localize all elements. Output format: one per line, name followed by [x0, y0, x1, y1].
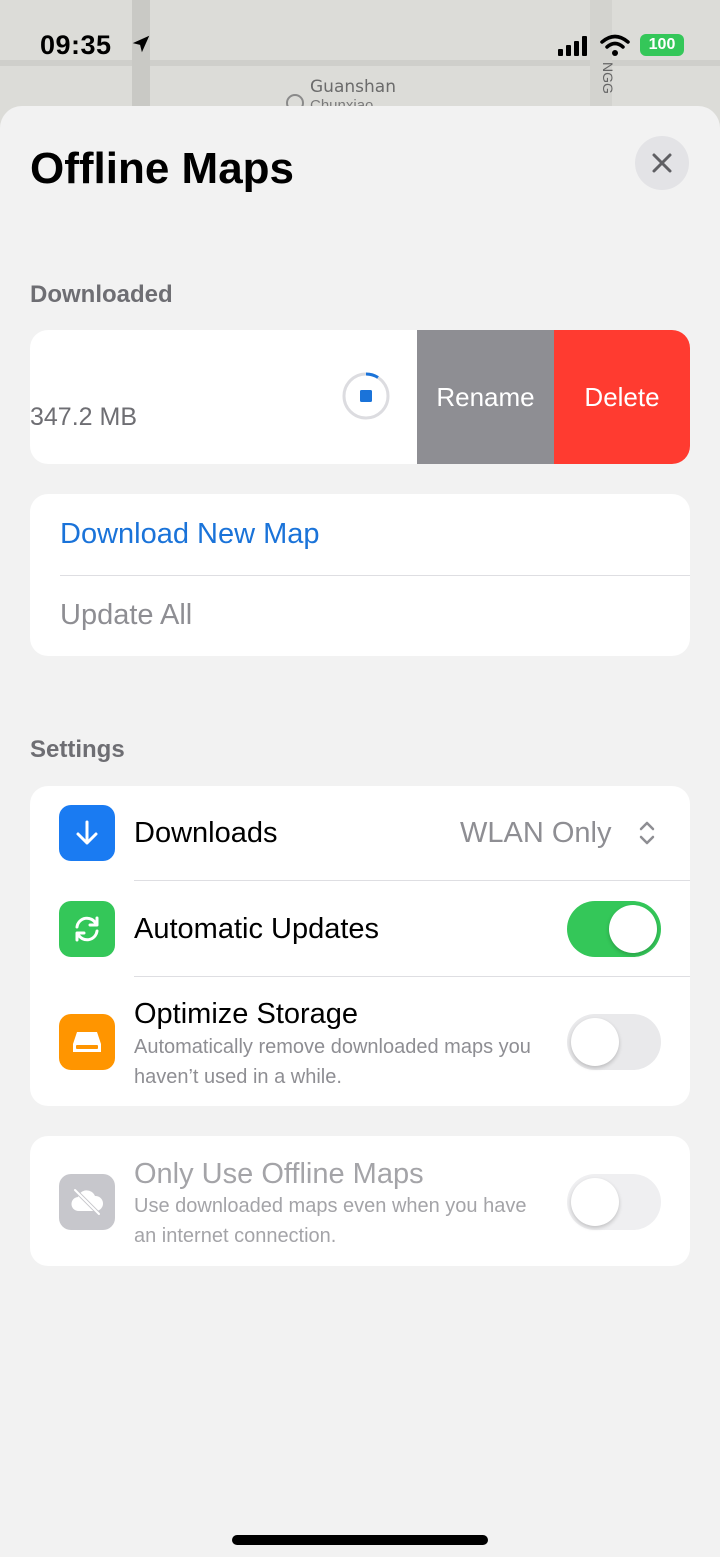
offline-maps-sheet: Offline Maps Downloaded 347.2 MB Rename … — [0, 106, 720, 1557]
optimize-storage-toggle[interactable] — [567, 1014, 661, 1070]
offline-only-card: Only Use Offline Maps Use downloaded map… — [30, 1136, 690, 1266]
map-size: 347.2 MB — [30, 403, 138, 431]
offline-only-label: Only Use Offline Maps — [134, 1158, 424, 1190]
toggle-knob — [571, 1178, 619, 1226]
download-arrow-icon — [59, 805, 115, 861]
toggle-knob — [609, 905, 657, 953]
offline-only-toggle[interactable] — [567, 1174, 661, 1230]
divider — [134, 976, 690, 977]
toggle-knob — [571, 1018, 619, 1066]
page-title: Offline Maps — [30, 144, 295, 193]
close-icon — [652, 153, 672, 173]
optimize-storage-description: Automatically remove downloaded maps you… — [134, 1036, 531, 1088]
divider — [60, 575, 690, 576]
wifi-icon — [600, 34, 630, 56]
close-button[interactable] — [635, 136, 689, 190]
automatic-updates-label: Automatic Updates — [134, 913, 380, 945]
offline-only-description: Use downloaded maps even when you have a… — [134, 1195, 527, 1247]
optimize-storage-label: Optimize Storage — [134, 998, 359, 1030]
divider — [134, 880, 690, 881]
download-new-map-button[interactable]: Download New Map — [60, 518, 320, 551]
refresh-icon — [59, 901, 115, 957]
home-indicator[interactable] — [232, 1535, 488, 1545]
cellular-signal-icon — [558, 36, 587, 56]
settings-card: Downloads WLAN Only Automatic Updates Op… — [30, 786, 690, 1106]
delete-button[interactable]: Delete — [554, 330, 690, 464]
cloud-off-icon — [59, 1174, 115, 1230]
rename-button[interactable]: Rename — [417, 330, 554, 464]
downloaded-map-row[interactable]: 347.2 MB Rename Delete — [30, 330, 690, 464]
battery-indicator: 100 — [640, 34, 684, 56]
downloads-label: Downloads — [134, 817, 278, 849]
storage-drive-icon — [59, 1014, 115, 1070]
chevron-up-down-icon — [639, 821, 655, 845]
section-label-downloaded: Downloaded — [30, 281, 173, 308]
location-arrow-icon — [132, 35, 150, 53]
section-label-settings: Settings — [30, 736, 125, 763]
update-all-button[interactable]: Update All — [60, 599, 192, 632]
automatic-updates-toggle[interactable] — [567, 901, 661, 957]
downloads-value[interactable]: WLAN Only — [460, 817, 611, 850]
map-actions-card: Download New Map Update All — [30, 494, 690, 656]
download-progress-icon[interactable] — [340, 370, 392, 422]
status-bar: 09:35 100 — [0, 0, 720, 92]
status-time: 09:35 — [40, 30, 112, 60]
